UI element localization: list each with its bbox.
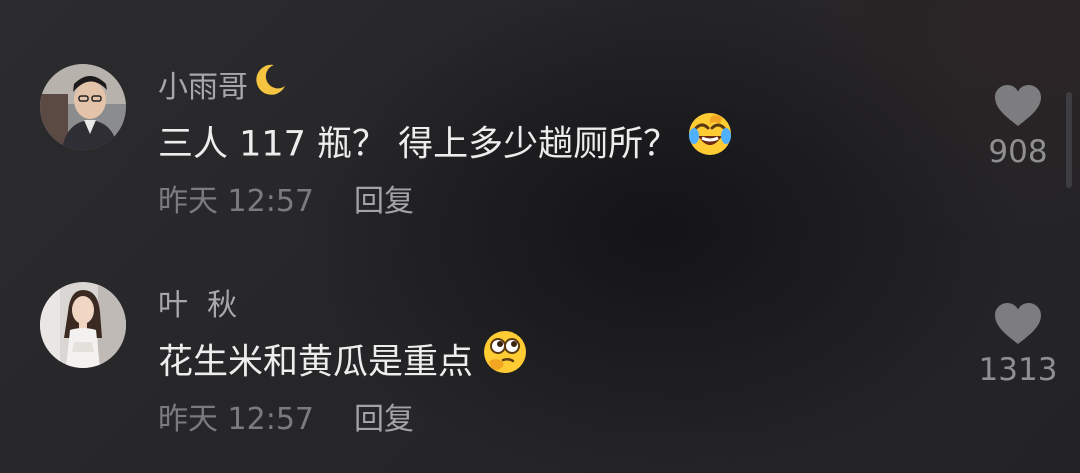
comment-text-content: 三人 117 瓶？ 得上多少趟厕所？	[158, 124, 679, 165]
avatar[interactable]	[40, 282, 126, 368]
comment-text: 三人 117 瓶？ 得上多少趟厕所？	[158, 113, 734, 170]
username[interactable]: 叶 秋	[158, 286, 237, 326]
comment-time: 昨天 12:57	[158, 402, 314, 437]
like-count: 1313	[978, 352, 1058, 388]
heart-icon	[995, 85, 1041, 126]
username[interactable]: 小雨哥	[158, 64, 288, 108]
thinking-emoji-icon	[481, 328, 529, 391]
reply-button[interactable]: 回复	[354, 402, 414, 437]
comment-meta: 昨天 12:57 回复	[158, 182, 414, 222]
like-button[interactable]: 1313	[970, 302, 1066, 388]
avatar[interactable]	[40, 64, 126, 150]
avatar-image	[40, 64, 126, 150]
username-text: 叶 秋	[158, 288, 238, 323]
heart-icon	[995, 303, 1041, 344]
like-button[interactable]: 908	[970, 84, 1066, 170]
comment-text: 花生米和黄瓜是重点	[158, 331, 529, 388]
comment-time: 昨天 12:57	[158, 184, 314, 219]
username-text: 小雨哥	[158, 70, 248, 105]
laughing-crying-emoji-icon	[686, 110, 734, 173]
comment-text-content: 花生米和黄瓜是重点	[158, 342, 474, 383]
comment-meta: 昨天 12:57 回复	[158, 400, 414, 440]
like-count: 908	[988, 134, 1048, 170]
crescent-moon-icon	[252, 62, 288, 109]
scrollbar[interactable]	[1066, 92, 1072, 188]
reply-button[interactable]: 回复	[354, 184, 414, 219]
avatar-image	[40, 282, 126, 368]
